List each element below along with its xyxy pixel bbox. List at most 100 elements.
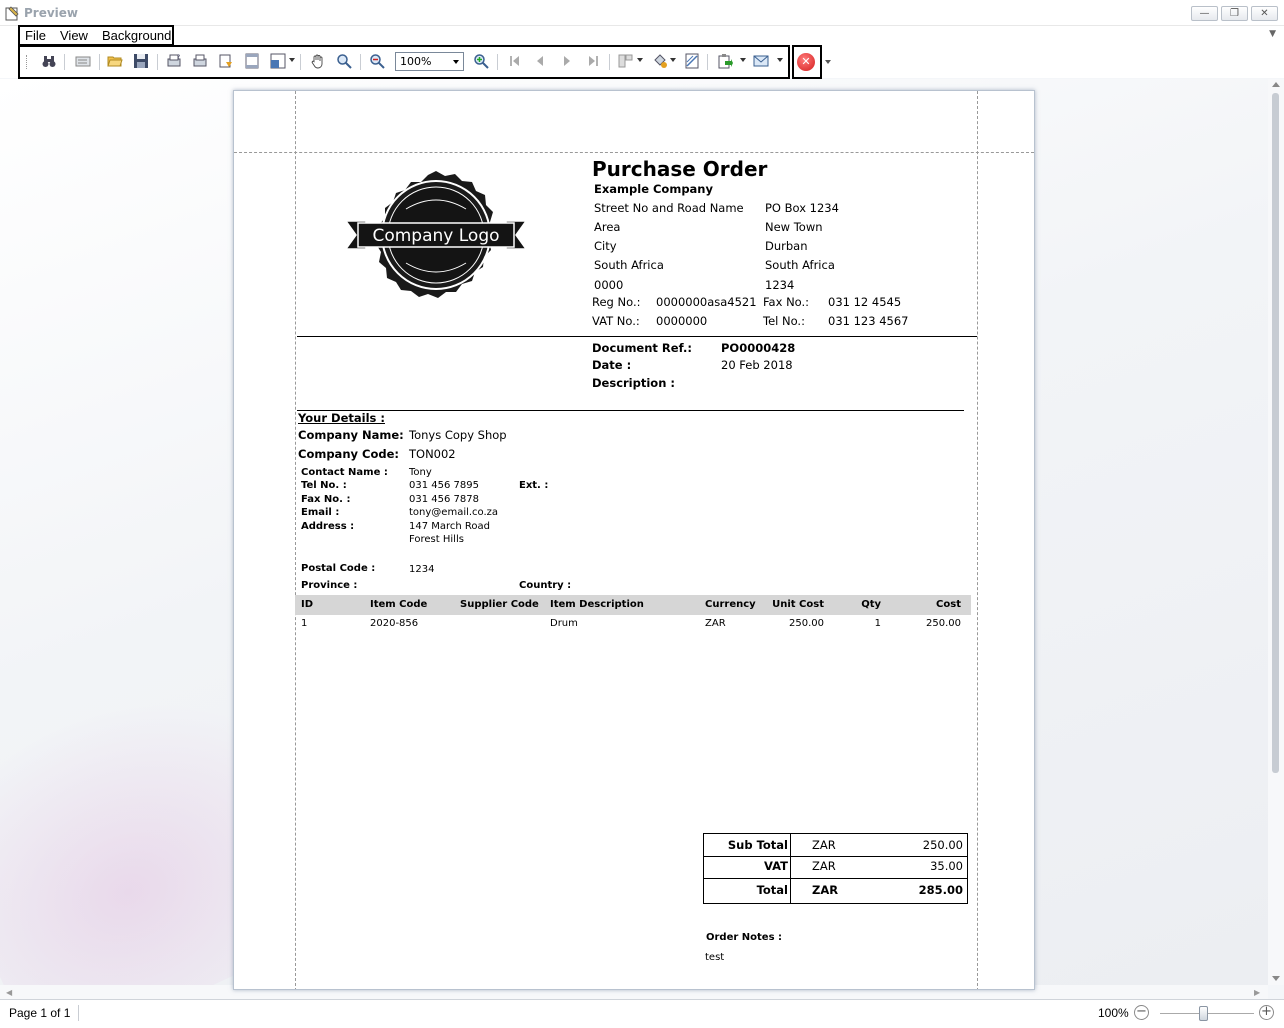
your-details-heading: Your Details : xyxy=(298,411,385,425)
magnifier-icon[interactable] xyxy=(335,52,353,70)
menu-view[interactable]: View xyxy=(60,28,88,43)
scroll-up-icon[interactable] xyxy=(1272,82,1280,87)
zoom-in-icon[interactable] xyxy=(472,52,490,70)
send-email-icon[interactable] xyxy=(752,52,770,70)
details-divider xyxy=(297,410,964,411)
close-preview-icon[interactable]: ✕ xyxy=(797,53,815,71)
scroll-left-icon[interactable]: ◀ xyxy=(6,988,12,997)
export-icon[interactable] xyxy=(716,52,734,70)
company-name-label: Company Name: xyxy=(298,428,404,442)
total-label: Total xyxy=(756,883,788,897)
column-header-currency: Currency xyxy=(705,599,756,610)
open-icon[interactable] xyxy=(106,52,124,70)
toolbar-separator xyxy=(497,54,498,70)
contact-fax-value: 031 456 7878 xyxy=(409,494,479,505)
fill-background-icon[interactable] xyxy=(651,52,669,70)
header-footer-icon[interactable] xyxy=(243,52,261,70)
vat-no-label: VAT No.: xyxy=(592,314,640,328)
zoom-slider-plus-icon[interactable]: + xyxy=(1259,1005,1274,1020)
save-icon[interactable] xyxy=(132,52,150,70)
toolbar-overflow-icon[interactable] xyxy=(825,60,831,64)
hand-tool-icon[interactable] xyxy=(309,52,327,70)
menu-bar xyxy=(0,26,1284,46)
company-logo: Company Logo xyxy=(344,171,528,298)
document-ref-value: PO0000428 xyxy=(721,341,796,355)
logo-text: Company Logo xyxy=(372,226,499,246)
previous-page-icon[interactable] xyxy=(531,52,549,70)
tel-no-value: 031 123 4567 xyxy=(828,314,909,328)
document-title: Purchase Order xyxy=(592,157,768,181)
menu-overflow-icon[interactable]: ▼ xyxy=(1269,29,1276,39)
last-page-icon[interactable] xyxy=(584,52,602,70)
column-header-qty: Qty xyxy=(861,599,881,610)
multiple-pages-icon[interactable] xyxy=(617,52,635,70)
postal-country: South Africa xyxy=(765,258,835,272)
first-page-icon[interactable] xyxy=(506,52,524,70)
date-value: 20 Feb 2018 xyxy=(721,358,793,372)
country-label: Country : xyxy=(519,580,572,591)
chevron-down-icon[interactable] xyxy=(453,60,459,64)
contact-tel-label: Tel No. : xyxy=(301,480,347,491)
postal-city: Durban xyxy=(765,239,808,253)
toolbar-separator xyxy=(707,54,708,70)
quick-print-icon[interactable] xyxy=(217,52,235,70)
zoom-out-icon[interactable] xyxy=(368,52,386,70)
table-row-cell-item-code: 2020-856 xyxy=(370,618,419,629)
minimize-icon: — xyxy=(1199,8,1210,19)
page-setup-icon[interactable]: ? xyxy=(165,52,183,70)
date-label: Date : xyxy=(592,358,632,372)
scroll-down-icon[interactable] xyxy=(1272,976,1280,981)
toolbar-grip[interactable] xyxy=(26,55,28,69)
column-header-cost: Cost xyxy=(936,599,961,610)
minimize-button[interactable]: — xyxy=(1191,6,1218,21)
company-street: Street No and Road Name xyxy=(594,201,744,215)
export-dropdown-arrow[interactable] xyxy=(740,58,746,62)
vat-row: VAT ZAR 35.00 xyxy=(704,856,967,879)
company-code-value: TON002 xyxy=(409,447,456,461)
zoom-slider-minus-icon[interactable]: − xyxy=(1134,1005,1149,1020)
menu-background[interactable]: Background xyxy=(102,28,171,43)
company-name: Example Company xyxy=(594,182,713,196)
close-window-button[interactable]: ✕ xyxy=(1251,6,1278,21)
scale-icon[interactable] xyxy=(269,52,287,70)
contact-ext-label: Ext. : xyxy=(519,480,549,491)
multiple-pages-dropdown-arrow[interactable] xyxy=(637,58,643,62)
company-code: 0000 xyxy=(594,278,624,292)
vertical-scroll-thumb[interactable] xyxy=(1272,93,1279,773)
restore-button[interactable]: ❐ xyxy=(1221,6,1248,21)
fill-background-dropdown-arrow[interactable] xyxy=(670,58,676,62)
postal-code: 1234 xyxy=(765,278,795,292)
menu-file[interactable]: File xyxy=(25,28,46,43)
next-page-icon[interactable] xyxy=(558,52,576,70)
company-area: Area xyxy=(594,220,621,234)
vat-label: VAT xyxy=(764,859,788,873)
total-currency: ZAR xyxy=(812,883,839,897)
watermark-icon[interactable] xyxy=(683,52,701,70)
print-icon[interactable] xyxy=(191,52,209,70)
reg-no-label: Reg No.: xyxy=(592,295,641,309)
subtotal-currency: ZAR xyxy=(812,838,836,852)
company-city: City xyxy=(594,239,617,253)
postal-code-value: 1234 xyxy=(409,564,435,575)
fax-no-value: 031 12 4545 xyxy=(828,295,902,309)
scroll-right-icon[interactable]: ▶ xyxy=(1254,988,1260,997)
scale-dropdown-arrow[interactable] xyxy=(289,58,295,62)
order-notes-value: test xyxy=(705,952,725,963)
contact-email-value: tony@email.co.za xyxy=(409,507,499,518)
toolbar-separator xyxy=(99,54,100,70)
binoculars-icon[interactable] xyxy=(40,52,58,70)
report-page: Company Logo Purchase Order Example Comp… xyxy=(233,90,1035,990)
parameters-icon[interactable] xyxy=(74,52,92,70)
send-email-dropdown-arrow[interactable] xyxy=(777,58,783,62)
toolbar-separator xyxy=(157,54,158,70)
vertical-scrollbar[interactable] xyxy=(1268,79,1284,985)
zoom-combobox[interactable]: 100% xyxy=(395,52,464,71)
toolbar-separator xyxy=(360,54,361,70)
zoom-slider-thumb[interactable] xyxy=(1199,1006,1208,1021)
contact-address-line1: 147 March Road xyxy=(409,521,491,532)
vat-value: 35.00 xyxy=(930,859,963,873)
contact-name-value: Tony xyxy=(409,467,432,478)
zoom-combobox-value: 100% xyxy=(400,55,432,68)
close-icon: ✕ xyxy=(1260,8,1269,19)
toolbar-separator xyxy=(300,54,301,70)
